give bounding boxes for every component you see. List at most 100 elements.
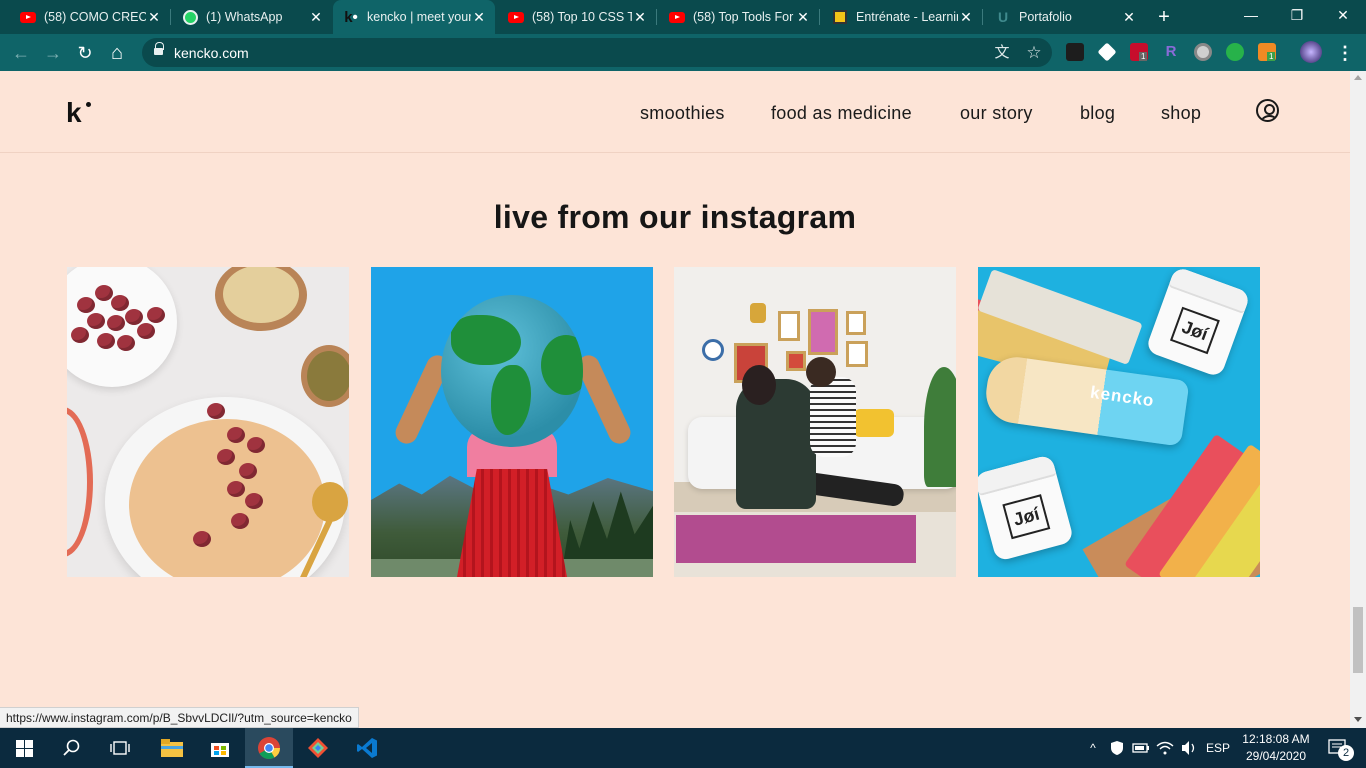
diamond-app-icon: [308, 738, 328, 758]
tab-youtube-como-crecer[interactable]: (58) COMO CRECER ✕: [0, 0, 170, 34]
tab-portafolio[interactable]: U Portafolio ✕: [983, 0, 1145, 34]
close-icon[interactable]: ✕: [146, 9, 162, 26]
adblock-badge: 1: [1139, 52, 1148, 61]
close-icon[interactable]: ✕: [958, 9, 974, 26]
close-icon[interactable]: ✕: [1121, 9, 1137, 26]
adblock-icon[interactable]: 1: [1130, 43, 1148, 61]
windows-icon: [15, 739, 33, 757]
extension-record-icon[interactable]: [1194, 43, 1212, 61]
instagram-post-products[interactable]: Jøí Jøí kencko: [978, 267, 1260, 577]
tab-platzi[interactable]: Entrénate - Learnin ✕: [820, 0, 982, 34]
nav-shop[interactable]: shop: [1161, 103, 1201, 124]
account-icon[interactable]: [1256, 99, 1279, 122]
product-jar: Jøí: [1145, 267, 1251, 378]
tab-title: kencko | meet your: [367, 10, 471, 24]
extension-orange-icon[interactable]: 1: [1258, 43, 1276, 61]
battery-icon[interactable]: [1130, 728, 1152, 768]
section-title: live from our instagram: [493, 199, 857, 235]
nav-blog[interactable]: blog: [1080, 103, 1115, 124]
store-icon: [211, 743, 229, 757]
scroll-thumb[interactable]: [1353, 607, 1363, 673]
window-close-button[interactable]: ✕: [1320, 0, 1366, 30]
whatsapp-icon: [182, 9, 198, 25]
close-icon[interactable]: ✕: [308, 9, 324, 26]
tab-kencko[interactable]: k • kencko | meet your ✕: [333, 0, 495, 34]
extension-badge: 1: [1267, 52, 1276, 61]
close-icon[interactable]: ✕: [795, 9, 811, 26]
file-explorer-button[interactable]: [148, 728, 196, 768]
vscode-icon: [357, 738, 377, 758]
nav-smoothies[interactable]: smoothies: [640, 103, 725, 124]
extension-leaf-icon[interactable]: [1226, 43, 1244, 61]
extension-diamond-icon[interactable]: [1097, 42, 1117, 62]
kencko-icon: k •: [343, 8, 359, 26]
browser-menu-button[interactable]: ⋮: [1332, 40, 1358, 66]
reload-button[interactable]: ↻: [72, 40, 98, 66]
search-button[interactable]: [48, 728, 96, 768]
minimize-button[interactable]: —: [1228, 0, 1274, 30]
close-icon[interactable]: ✕: [471, 9, 487, 26]
nav-our-story[interactable]: our story: [960, 103, 1033, 124]
site-header: k smoothies food as medicine our story b…: [0, 71, 1350, 153]
baby: [810, 377, 856, 457]
volume-icon[interactable]: [1178, 728, 1200, 768]
instagram-post-globe[interactable]: [371, 267, 653, 577]
nav-food-as-medicine[interactable]: food as medicine: [771, 103, 912, 124]
wifi-icon[interactable]: [1154, 728, 1176, 768]
maximize-button[interactable]: ❐: [1274, 0, 1320, 30]
red-skirt: [457, 469, 567, 577]
instagram-post-oatmeal[interactable]: [67, 267, 349, 577]
profile-avatar[interactable]: [1300, 41, 1322, 63]
jar-label: Jøí: [1169, 306, 1220, 355]
chrome-icon: [258, 737, 280, 759]
tab-youtube-top-tools[interactable]: (58) Top Tools For ✕: [657, 0, 819, 34]
chrome-button[interactable]: [245, 728, 293, 768]
task-view-icon: [110, 741, 130, 755]
lock-icon[interactable]: [154, 42, 164, 57]
git-kraken-button[interactable]: [294, 728, 342, 768]
address-bar[interactable]: kencko.com 文 ☆: [142, 38, 1052, 67]
bookmark-star-icon[interactable]: ☆: [1024, 43, 1044, 63]
store-button[interactable]: [196, 728, 244, 768]
clock-time: 12:18:08 AM: [1242, 732, 1310, 746]
close-icon[interactable]: ✕: [632, 9, 648, 26]
tab-title: (58) COMO CRECER: [44, 10, 146, 24]
task-view-button[interactable]: [96, 728, 144, 768]
notifications-button[interactable]: 2: [1318, 728, 1358, 768]
tray-overflow-icon[interactable]: ^: [1084, 728, 1102, 768]
tab-title: Portafolio: [1019, 10, 1072, 24]
extension-r-icon[interactable]: R: [1162, 43, 1180, 61]
tab-title: (58) Top 10 CSS Tri: [532, 10, 632, 24]
vscode-button[interactable]: [343, 728, 391, 768]
portfolio-icon: U: [997, 9, 1009, 25]
new-tab-button[interactable]: +: [1152, 6, 1176, 28]
product-jar: Jøí: [978, 454, 1075, 562]
translate-icon[interactable]: 文: [992, 43, 1012, 63]
start-button[interactable]: [0, 728, 48, 768]
web-page: k smoothies food as medicine our story b…: [0, 71, 1350, 728]
status-url-bubble: https://www.instagram.com/p/B_SbvvLDCIl/…: [0, 707, 359, 728]
tab-title: (58) Top Tools For: [693, 10, 794, 24]
kencko-logo[interactable]: k: [66, 97, 91, 129]
system-clock[interactable]: 12:18:08 AM 29/04/2020: [1236, 731, 1316, 765]
language-indicator[interactable]: ESP: [1202, 728, 1234, 768]
home-button[interactable]: ⌂: [104, 40, 130, 66]
url-text[interactable]: kencko.com: [174, 45, 249, 61]
forward-button[interactable]: →: [40, 40, 66, 66]
scroll-down-arrow[interactable]: [1354, 717, 1362, 722]
deer-head-decor: [750, 303, 766, 323]
tab-whatsapp[interactable]: (1) WhatsApp ✕: [170, 0, 332, 34]
defender-icon[interactable]: [1106, 728, 1128, 768]
instagram-post-family[interactable]: [674, 267, 956, 577]
kencko-bottle: [982, 353, 1190, 447]
scroll-up-arrow[interactable]: [1354, 75, 1362, 80]
tab-youtube-css-tricks[interactable]: (58) Top 10 CSS Tri ✕: [496, 0, 656, 34]
youtube-icon: [508, 9, 524, 25]
back-button[interactable]: ←: [8, 40, 34, 66]
logo-text: k: [66, 97, 82, 128]
globe: [441, 295, 583, 447]
page-scrollbar[interactable]: [1350, 71, 1366, 728]
yoga-mat: [676, 515, 916, 563]
platzi-icon: [832, 9, 848, 25]
extension-bug-icon[interactable]: [1066, 43, 1084, 61]
